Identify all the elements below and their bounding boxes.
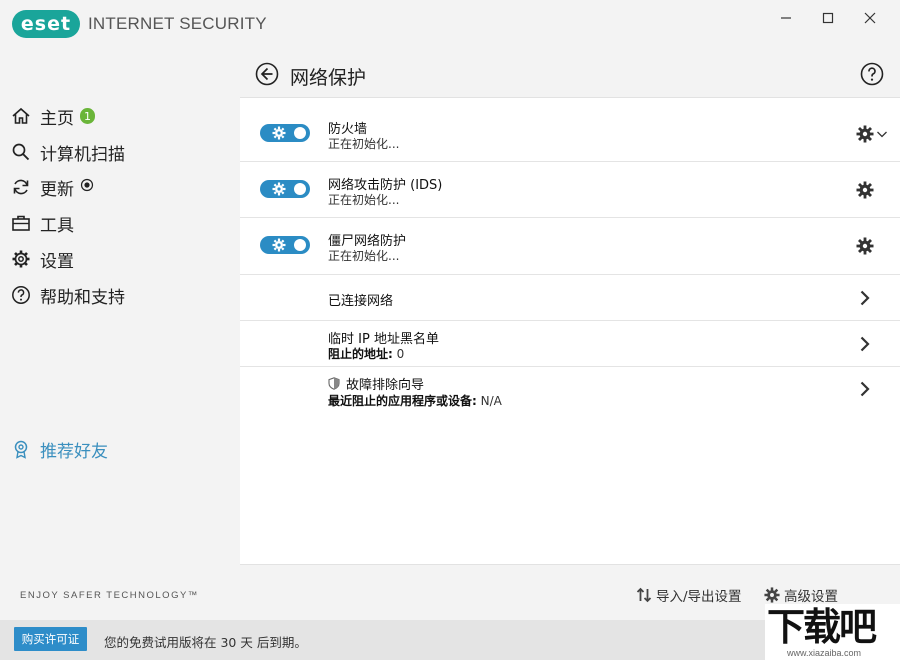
buy-license-button[interactable]: 购买许可证	[14, 627, 87, 651]
gear-icon	[272, 182, 286, 196]
chevron-right-icon	[860, 381, 870, 397]
botnet-row: 僵尸网络防护 正在初始化...	[240, 218, 900, 275]
watermark-url: www.xiazaiba.com	[787, 648, 862, 658]
chevron-down-icon	[877, 131, 887, 138]
back-icon[interactable]	[255, 62, 279, 86]
link-title: 已连接网络	[328, 294, 394, 309]
sidebar-item-label: 设置	[40, 251, 74, 272]
import-export-label: 导入/导出设置	[656, 589, 742, 605]
refer-friend-label: 推荐好友	[40, 441, 108, 462]
refresh-icon	[10, 176, 32, 198]
gear-icon	[764, 587, 780, 603]
row-status: 正在初始化...	[328, 193, 400, 207]
detail-label: 阻止的地址:	[328, 347, 393, 361]
detail-label: 最近阻止的应用程序或设备:	[328, 394, 477, 408]
ids-row: 网络攻击防护 (IDS) 正在初始化...	[240, 162, 900, 218]
watermark-main: 下载吧	[767, 605, 877, 649]
toggle-knob	[294, 183, 306, 195]
botnet-toggle[interactable]	[260, 236, 310, 254]
advanced-settings-button[interactable]: 高级设置	[764, 585, 838, 605]
product-name: INTERNET SECURITY	[88, 14, 267, 33]
home-icon	[10, 105, 32, 127]
gear-icon[interactable]	[856, 237, 874, 255]
help-icon[interactable]	[860, 62, 884, 86]
shield-icon	[328, 377, 340, 390]
ids-toggle[interactable]	[260, 180, 310, 198]
maximize-icon	[822, 12, 834, 24]
page-title: 网络保护	[290, 67, 367, 89]
sidebar-item-settings[interactable]: 设置	[10, 245, 230, 273]
gear-icon	[272, 126, 286, 140]
close-icon	[864, 12, 876, 24]
sidebar-item-label: 计算机扫描	[40, 144, 125, 165]
close-button[interactable]	[850, 6, 890, 30]
main-panel: 网络保护 防火墙 正在初始化... 网络攻击防护 (IDS) 正在初始化... …	[240, 48, 900, 564]
refer-friend-link[interactable]: 推荐好友	[10, 435, 230, 463]
firewall-toggle[interactable]	[260, 124, 310, 142]
sidebar-item-tools[interactable]: 工具	[10, 209, 230, 237]
detail-value: 0	[396, 347, 405, 361]
sidebar-item-label: 更新	[40, 179, 74, 200]
gear-icon[interactable]	[856, 181, 874, 199]
detail-value: N/A	[480, 394, 502, 408]
row-status: 正在初始化...	[328, 137, 400, 151]
chevron-right-icon	[860, 336, 870, 352]
firewall-settings-menu[interactable]	[856, 125, 888, 143]
toolbox-icon	[10, 212, 32, 234]
sidebar-item-home[interactable]: 主页 1	[10, 102, 230, 130]
import-export-icon	[636, 587, 652, 603]
sidebar-item-label: 工具	[40, 215, 74, 236]
gear-icon	[10, 248, 32, 270]
import-export-button[interactable]: 导入/导出设置	[636, 585, 742, 605]
sidebar-item-label: 帮助和支持	[40, 287, 125, 308]
gear-icon	[856, 125, 874, 143]
blocked-addresses: 阻止的地址: 0	[328, 345, 404, 362]
toggle-knob	[294, 127, 306, 139]
maximize-button[interactable]	[808, 6, 848, 30]
sidebar-item-update[interactable]: 更新	[10, 173, 230, 201]
connected-networks-link[interactable]: 已连接网络	[240, 275, 900, 321]
page-header: 网络保护	[240, 48, 900, 98]
minimize-button[interactable]	[766, 6, 806, 30]
advanced-settings-label: 高级设置	[784, 589, 838, 605]
firewall-row: 防火墙 正在初始化...	[240, 104, 900, 162]
link-title-wrap: 故障排除向导	[328, 374, 424, 393]
update-status-icon	[80, 177, 94, 197]
troubleshooting-wizard-link[interactable]: 故障排除向导 最近阻止的应用程序或设备: N/A	[240, 367, 900, 413]
app-logo: eset INTERNET SECURITY	[12, 10, 267, 38]
help-icon	[10, 284, 32, 306]
toggle-knob	[294, 239, 306, 251]
sidebar-item-computer-scan[interactable]: 计算机扫描	[10, 138, 230, 166]
chevron-right-icon	[860, 290, 870, 306]
ip-blacklist-link[interactable]: 临时 IP 地址黑名单 阻止的地址: 0	[240, 321, 900, 367]
eset-logo-badge: eset	[12, 10, 80, 38]
site-watermark: 下载吧 www.xiazaiba.com	[765, 604, 900, 660]
gear-icon	[272, 238, 286, 252]
title-bar: eset INTERNET SECURITY	[0, 0, 900, 48]
sidebar-item-help[interactable]: 帮助和支持	[10, 281, 230, 309]
row-status: 正在初始化...	[328, 249, 400, 263]
notification-badge: 1	[80, 108, 95, 124]
last-blocked: 最近阻止的应用程序或设备: N/A	[328, 392, 502, 409]
sidebar: 主页 1 计算机扫描 更新 工具 设置 帮助和支持 推荐好友 ENJOY SAF…	[0, 48, 240, 620]
tagline: ENJOY SAFER TECHNOLOGY™	[20, 590, 199, 601]
minimize-icon	[781, 17, 791, 19]
link-title: 故障排除向导	[346, 378, 425, 393]
trial-expiry-text: 您的免费试用版将在 30 天 后到期。	[104, 635, 307, 650]
award-icon	[10, 438, 32, 460]
search-icon	[10, 141, 32, 163]
sidebar-item-label: 主页	[40, 108, 74, 129]
